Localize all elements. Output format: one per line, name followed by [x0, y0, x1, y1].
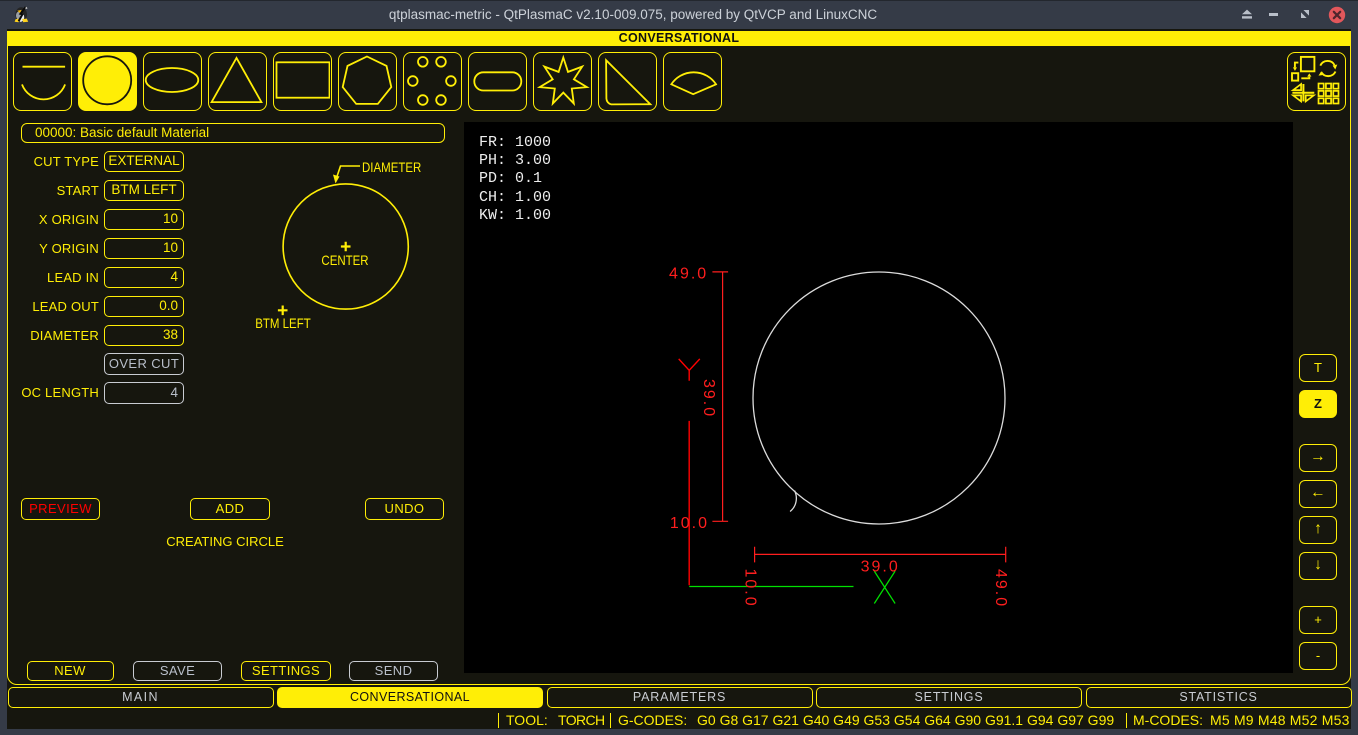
svg-text:39.0: 39.0: [861, 559, 900, 576]
svg-text:39.0: 39.0: [700, 379, 717, 418]
svg-text:49.0: 49.0: [992, 569, 1009, 608]
svg-text:10.0: 10.0: [670, 515, 709, 532]
svg-text:10.0: 10.0: [742, 569, 759, 608]
svg-text:49.0: 49.0: [669, 266, 708, 283]
